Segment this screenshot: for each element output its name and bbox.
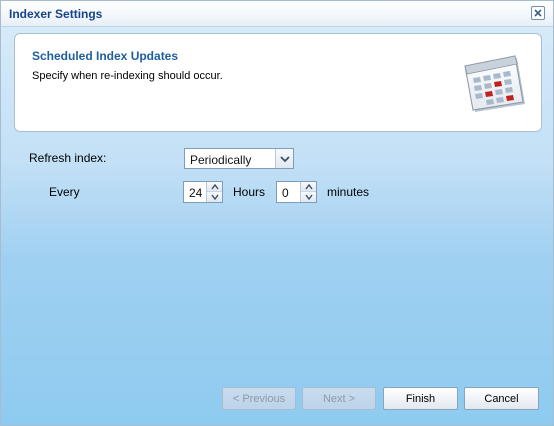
minutes-decrement-button[interactable] <box>301 192 316 202</box>
cancel-button[interactable]: Cancel <box>464 387 539 410</box>
chevron-down-icon <box>279 155 290 162</box>
hours-value[interactable]: 24 <box>189 186 202 200</box>
chevron-down-icon <box>304 194 313 200</box>
header-title: Scheduled Index Updates <box>32 49 179 63</box>
minutes-stepper[interactable]: 0 <box>276 181 317 203</box>
close-button[interactable] <box>531 6 545 20</box>
minutes-increment-button[interactable] <box>301 182 316 192</box>
hours-stepper[interactable]: 24 <box>183 181 223 203</box>
finish-button[interactable]: Finish <box>383 387 458 410</box>
chevron-down-icon <box>210 194 219 200</box>
every-label: Every <box>49 185 80 199</box>
previous-button[interactable]: < Previous <box>222 387 296 410</box>
header-panel: Scheduled Index Updates Specify when re-… <box>14 33 542 132</box>
hours-unit-label: Hours <box>233 185 266 199</box>
hours-increment-button[interactable] <box>207 182 222 192</box>
refresh-index-value: Periodically <box>190 153 252 167</box>
minutes-unit-label: minutes <box>327 185 370 199</box>
close-icon <box>534 9 542 17</box>
chevron-up-icon <box>304 183 313 189</box>
hours-decrement-button[interactable] <box>207 192 222 202</box>
refresh-index-label: Refresh index: <box>29 151 107 165</box>
header-description: Specify when re-indexing should occur. <box>32 70 223 82</box>
indexer-settings-dialog: Indexer Settings Scheduled Index Updates… <box>0 0 554 426</box>
title-bar[interactable]: Indexer Settings <box>1 1 553 27</box>
chevron-up-icon <box>210 183 219 189</box>
refresh-index-select[interactable]: Periodically <box>184 148 294 169</box>
calendar-icon <box>464 55 525 112</box>
next-button[interactable]: Next > <box>302 387 376 410</box>
dropdown-arrow-button[interactable] <box>275 149 293 168</box>
minutes-value[interactable]: 0 <box>282 186 289 200</box>
window-title: Indexer Settings <box>9 7 103 21</box>
